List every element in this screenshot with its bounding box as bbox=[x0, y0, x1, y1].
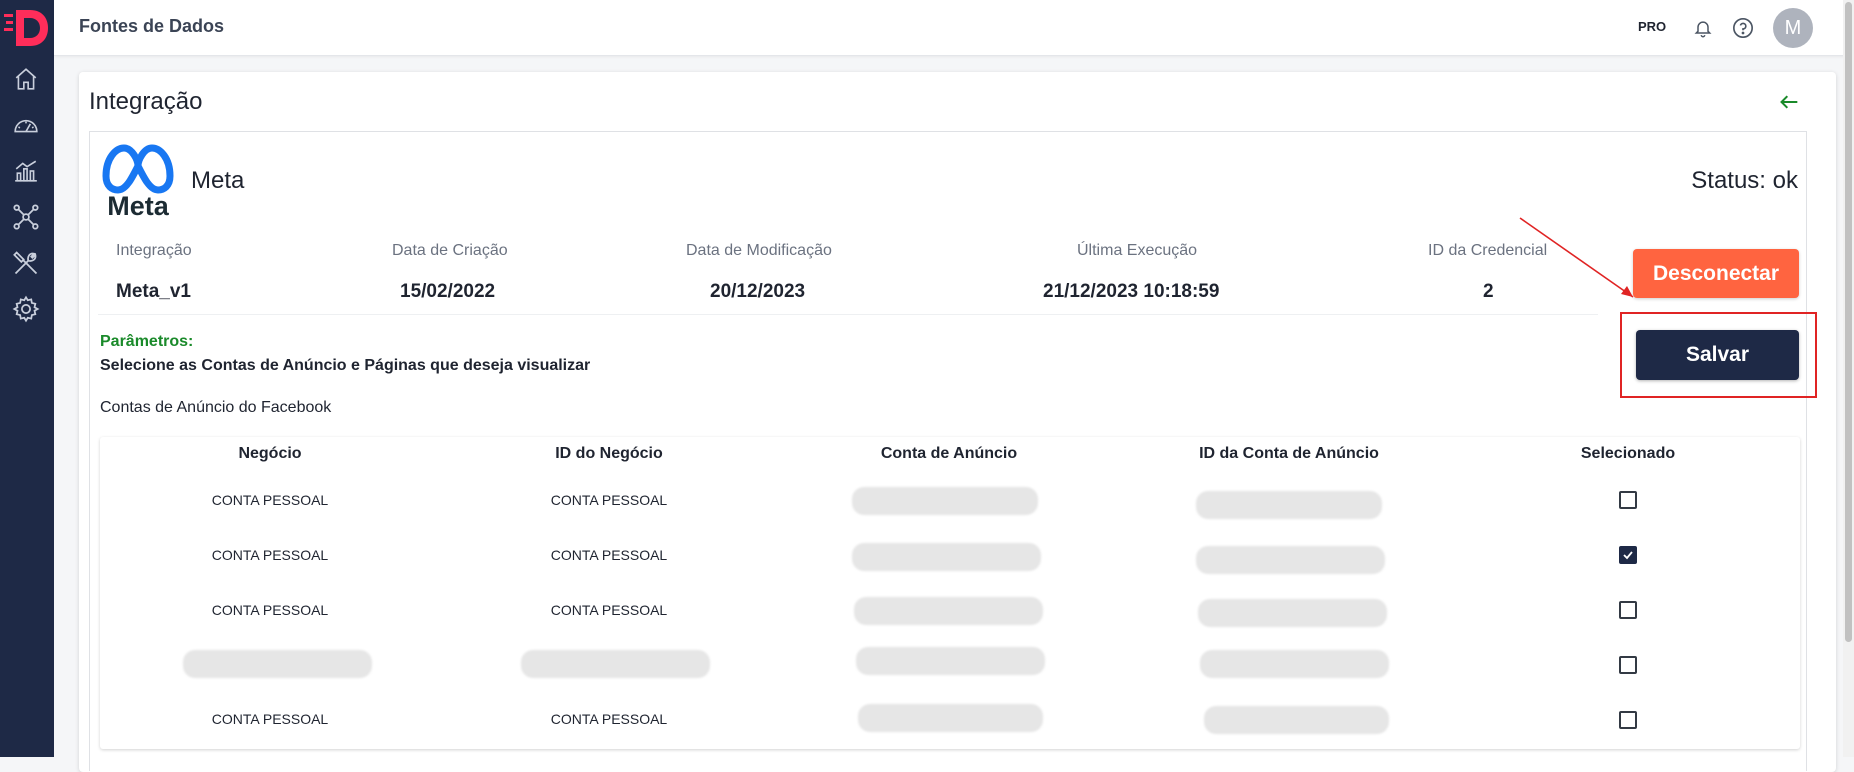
checkmark-icon bbox=[1623, 551, 1633, 560]
back-arrow-icon[interactable] bbox=[1776, 90, 1802, 114]
parameters-description: Selecione as Contas de Anúncio e Páginas… bbox=[100, 357, 591, 374]
redacted-ad-account bbox=[858, 704, 1043, 732]
cell-business-id: CONTA PESSOAL bbox=[550, 711, 668, 727]
top-bar: Fontes de Dados PRO M bbox=[54, 0, 1854, 56]
parameters-label: Parâmetros: bbox=[100, 333, 194, 350]
redacted-ad-account-id bbox=[1204, 706, 1389, 734]
field-value-integration: Meta_v1 bbox=[116, 281, 191, 302]
cell-business-id: CONTA PESSOAL bbox=[550, 602, 668, 618]
field-value-last-run: 21/12/2023 10:18:59 bbox=[1043, 281, 1220, 302]
redacted-ad-account bbox=[854, 597, 1043, 625]
row-select-checkbox[interactable] bbox=[1619, 601, 1637, 619]
analytics-chart-icon[interactable] bbox=[11, 156, 41, 186]
annotation-arrow bbox=[1519, 217, 1634, 298]
field-value-credential-id: 2 bbox=[1483, 281, 1494, 302]
field-label-integration: Integração bbox=[116, 242, 192, 259]
redacted-ad-account-id bbox=[1198, 599, 1387, 627]
cell-business: CONTA PESSOAL bbox=[211, 547, 329, 563]
field-label-created: Data de Criação bbox=[392, 242, 508, 259]
cell-business: CONTA PESSOAL bbox=[211, 602, 329, 618]
disconnect-button[interactable]: Desconectar bbox=[1633, 249, 1799, 298]
row-select-checkbox[interactable] bbox=[1619, 546, 1637, 564]
info-divider bbox=[98, 314, 1598, 315]
page-title: Integração bbox=[89, 88, 203, 115]
column-header-business-id: ID do Negócio bbox=[555, 445, 663, 462]
sidebar bbox=[0, 0, 54, 757]
integration-status: Status: ok bbox=[1691, 167, 1798, 194]
cell-business: CONTA PESSOAL bbox=[211, 492, 329, 508]
row-select-checkbox[interactable] bbox=[1619, 656, 1637, 674]
redacted-business-id bbox=[521, 650, 710, 678]
field-value-created: 15/02/2022 bbox=[400, 281, 496, 302]
dashboard-gauge-icon[interactable] bbox=[11, 110, 41, 140]
ad-accounts-table bbox=[100, 437, 1800, 749]
row-select-checkbox[interactable] bbox=[1619, 711, 1637, 729]
column-header-selected: Selecionado bbox=[1580, 445, 1676, 462]
redacted-business bbox=[183, 650, 372, 678]
redacted-ad-account-id bbox=[1200, 650, 1389, 678]
svg-text:Meta: Meta bbox=[107, 191, 169, 218]
row-select-checkbox[interactable] bbox=[1619, 491, 1637, 509]
redacted-ad-account-id bbox=[1196, 491, 1382, 519]
redacted-ad-account bbox=[852, 487, 1038, 515]
save-highlight-annotation bbox=[1620, 312, 1817, 398]
bell-icon[interactable] bbox=[1691, 16, 1715, 40]
cell-business-id: CONTA PESSOAL bbox=[550, 547, 668, 563]
home-icon[interactable] bbox=[11, 64, 41, 94]
meta-logo: Meta bbox=[98, 140, 178, 221]
redacted-ad-account bbox=[852, 543, 1041, 571]
cell-business: CONTA PESSOAL bbox=[211, 711, 329, 727]
ad-accounts-section-title: Contas de Anúncio do Facebook bbox=[100, 399, 332, 416]
column-header-business: Negócio bbox=[238, 445, 302, 462]
redacted-ad-account-id bbox=[1196, 546, 1385, 574]
settings-gear-icon[interactable] bbox=[11, 294, 41, 324]
app-logo[interactable] bbox=[4, 6, 48, 48]
scrollbar-thumb[interactable] bbox=[1845, 2, 1852, 642]
field-value-modified: 20/12/2023 bbox=[710, 281, 806, 302]
cell-business-id: CONTA PESSOAL bbox=[550, 492, 668, 508]
field-label-modified: Data de Modificação bbox=[686, 242, 832, 259]
redacted-ad-account bbox=[856, 647, 1045, 675]
column-header-ad-account-id: ID da Conta de Anúncio bbox=[1199, 445, 1379, 462]
integration-name: Meta bbox=[191, 167, 245, 194]
user-avatar[interactable]: M bbox=[1773, 8, 1813, 48]
page-header-title: Fontes de Dados bbox=[79, 16, 225, 36]
column-header-ad-account: Conta de Anúncio bbox=[880, 445, 1018, 462]
plan-badge: PRO bbox=[1638, 19, 1667, 34]
tools-icon[interactable] bbox=[11, 248, 41, 278]
network-nodes-icon[interactable] bbox=[11, 202, 41, 232]
help-icon[interactable] bbox=[1731, 16, 1755, 40]
field-label-last-run: Última Execução bbox=[1077, 242, 1198, 259]
